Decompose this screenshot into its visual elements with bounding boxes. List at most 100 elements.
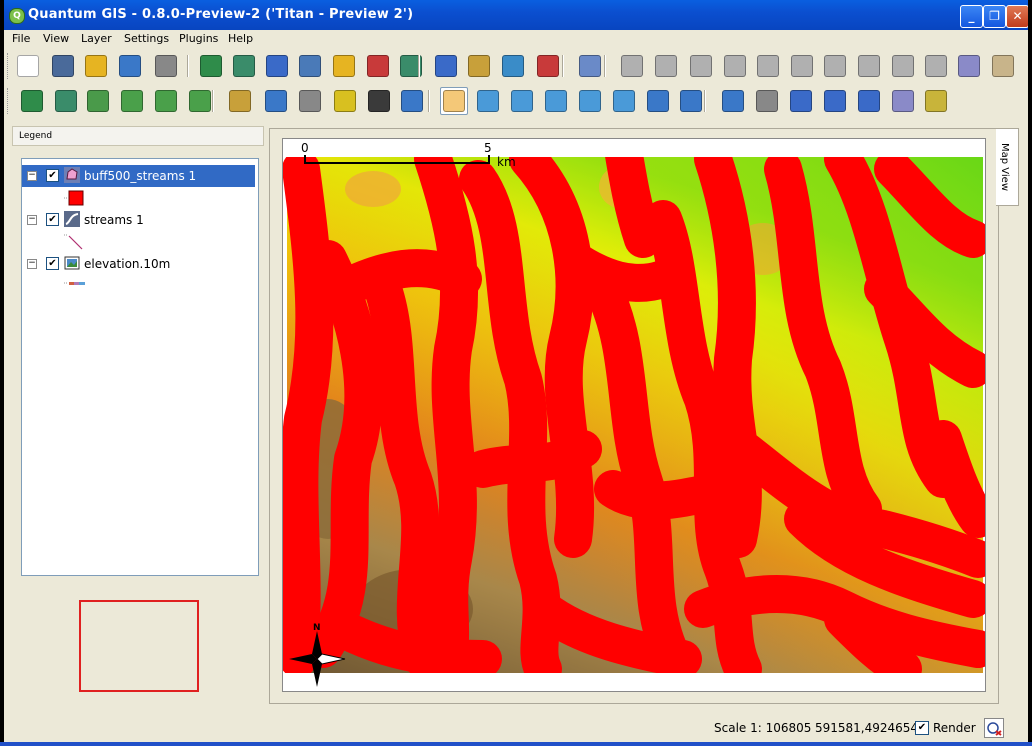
grass-close-mapset-button[interactable] — [84, 87, 112, 115]
open-project-button[interactable] — [116, 52, 144, 80]
refresh-button[interactable] — [677, 87, 705, 115]
minimize-button[interactable]: _ — [960, 5, 983, 28]
scalebar-button[interactable] — [365, 87, 393, 115]
layer-row-buffer[interactable]: − ✔ buff500_streams 1 — [22, 165, 255, 187]
zoom-in-button[interactable] — [474, 87, 502, 115]
measure-area-button[interactable] — [855, 87, 883, 115]
map-view-tab[interactable]: Map View — [996, 128, 1019, 206]
save-project-button[interactable] — [49, 52, 77, 80]
layer-visibility-checkbox[interactable]: ✔ — [46, 169, 59, 182]
layer-visibility-checkbox[interactable]: ✔ — [46, 257, 59, 270]
scale-readout: Scale 1: 106805 — [714, 721, 812, 735]
cut-button[interactable] — [922, 52, 950, 80]
zoom-selection-button[interactable] — [576, 87, 604, 115]
capture-line-button[interactable] — [652, 52, 680, 80]
add-ring-button[interactable] — [821, 52, 849, 80]
zoom-to-layer-icon — [502, 55, 524, 77]
grass-add-vector-button[interactable] — [118, 87, 146, 115]
maximize-button[interactable]: ❐ — [983, 5, 1006, 28]
identify-button[interactable] — [719, 87, 747, 115]
collapse-icon[interactable]: − — [27, 215, 37, 225]
collapse-icon[interactable]: − — [27, 171, 37, 181]
menu-view[interactable]: View — [43, 32, 69, 45]
map-navigation-toolbar — [4, 84, 1028, 118]
legend-panel: − ✔ buff500_streams 1 − ✔ streams 1 − ✔ … — [21, 158, 259, 576]
add-wms-button[interactable] — [296, 52, 324, 80]
zoom-to-layer-button[interactable] — [499, 52, 527, 80]
zoom-in-icon — [477, 90, 499, 112]
add-island-icon — [858, 55, 880, 77]
toolbar-grip[interactable] — [7, 53, 11, 79]
collapse-icon[interactable]: − — [27, 259, 37, 269]
polygon-layer-icon — [64, 167, 80, 183]
layer-visibility-checkbox[interactable]: ✔ — [46, 213, 59, 226]
globe-button[interactable] — [262, 87, 290, 115]
map-tips-2-button[interactable] — [922, 87, 950, 115]
hide-all-button[interactable] — [465, 52, 493, 80]
pan-button[interactable] — [440, 87, 468, 115]
toolbar-grip[interactable] — [7, 88, 11, 114]
north-arrow-button[interactable] — [398, 87, 426, 115]
layer-row-streams[interactable]: − ✔ streams 1 — [22, 209, 255, 231]
move-vertex-button[interactable] — [754, 52, 782, 80]
add-raster-button[interactable] — [197, 52, 225, 80]
grass-close-mapset-icon — [87, 90, 109, 112]
new-vector-button[interactable] — [330, 52, 358, 80]
remove-layer-button[interactable] — [397, 52, 425, 80]
zoom-layer-button[interactable] — [610, 87, 638, 115]
menu-help[interactable]: Help — [228, 32, 253, 45]
projection-status-icon[interactable] — [984, 718, 1004, 738]
delete-feature-button[interactable] — [889, 52, 917, 80]
print-button[interactable] — [152, 52, 180, 80]
capture-polygon-button[interactable] — [687, 52, 715, 80]
map-view-tab-label: Map View — [999, 143, 1010, 192]
grass-add-raster-button[interactable] — [152, 87, 180, 115]
add-vertex-button[interactable] — [721, 52, 749, 80]
overview-icon — [537, 55, 559, 77]
zoom-last-button[interactable] — [644, 87, 672, 115]
raster-layer-icon — [64, 256, 80, 270]
new-vector-icon — [333, 55, 355, 77]
taskbar-edge — [0, 742, 1032, 746]
show-all-button[interactable] — [432, 52, 460, 80]
copy-button[interactable] — [955, 52, 983, 80]
zoom-out-button[interactable] — [508, 87, 536, 115]
new-project-button[interactable] — [14, 52, 42, 80]
overview-button[interactable] — [534, 52, 562, 80]
north-label: N — [313, 623, 321, 633]
grass-edit-button[interactable] — [186, 87, 214, 115]
map-tips-button[interactable] — [889, 87, 917, 115]
select-features-button[interactable] — [753, 87, 781, 115]
add-vector-icon — [233, 55, 255, 77]
paste-button[interactable] — [989, 52, 1017, 80]
graticule-button[interactable] — [331, 87, 359, 115]
elevation-ramp-symbol — [64, 282, 85, 285]
map-canvas[interactable]: 0 5 km N — [282, 138, 986, 692]
add-island-button[interactable] — [855, 52, 883, 80]
delete-vertex-button[interactable] — [788, 52, 816, 80]
overview-extent-box[interactable] — [79, 600, 199, 692]
menu-layer[interactable]: Layer — [81, 32, 112, 45]
attribute-table-button[interactable] — [787, 87, 815, 115]
add-vector-button[interactable] — [230, 52, 258, 80]
map-render: 0 5 km N — [283, 139, 985, 691]
gps-button[interactable] — [296, 87, 324, 115]
help-icon — [579, 55, 601, 77]
add-layer-button[interactable] — [364, 52, 392, 80]
georeferencer-button[interactable] — [226, 87, 254, 115]
grass-new-mapset-button[interactable] — [52, 87, 80, 115]
north-arrow-icon — [401, 90, 423, 112]
capture-point-button[interactable] — [618, 52, 646, 80]
save-as-button[interactable] — [82, 52, 110, 80]
menu-file[interactable]: File — [12, 32, 30, 45]
menu-plugins[interactable]: Plugins — [179, 32, 218, 45]
render-checkbox[interactable]: ✔ — [915, 721, 929, 735]
add-postgis-button[interactable] — [263, 52, 291, 80]
layer-row-elevation[interactable]: − ✔ elevation.10m — [22, 253, 255, 275]
close-button[interactable]: ✕ — [1006, 5, 1028, 28]
grass-open-mapset-button[interactable] — [18, 87, 46, 115]
menu-settings[interactable]: Settings — [124, 32, 169, 45]
measure-line-button[interactable] — [821, 87, 849, 115]
zoom-full-button[interactable] — [542, 87, 570, 115]
help-button[interactable] — [576, 52, 604, 80]
